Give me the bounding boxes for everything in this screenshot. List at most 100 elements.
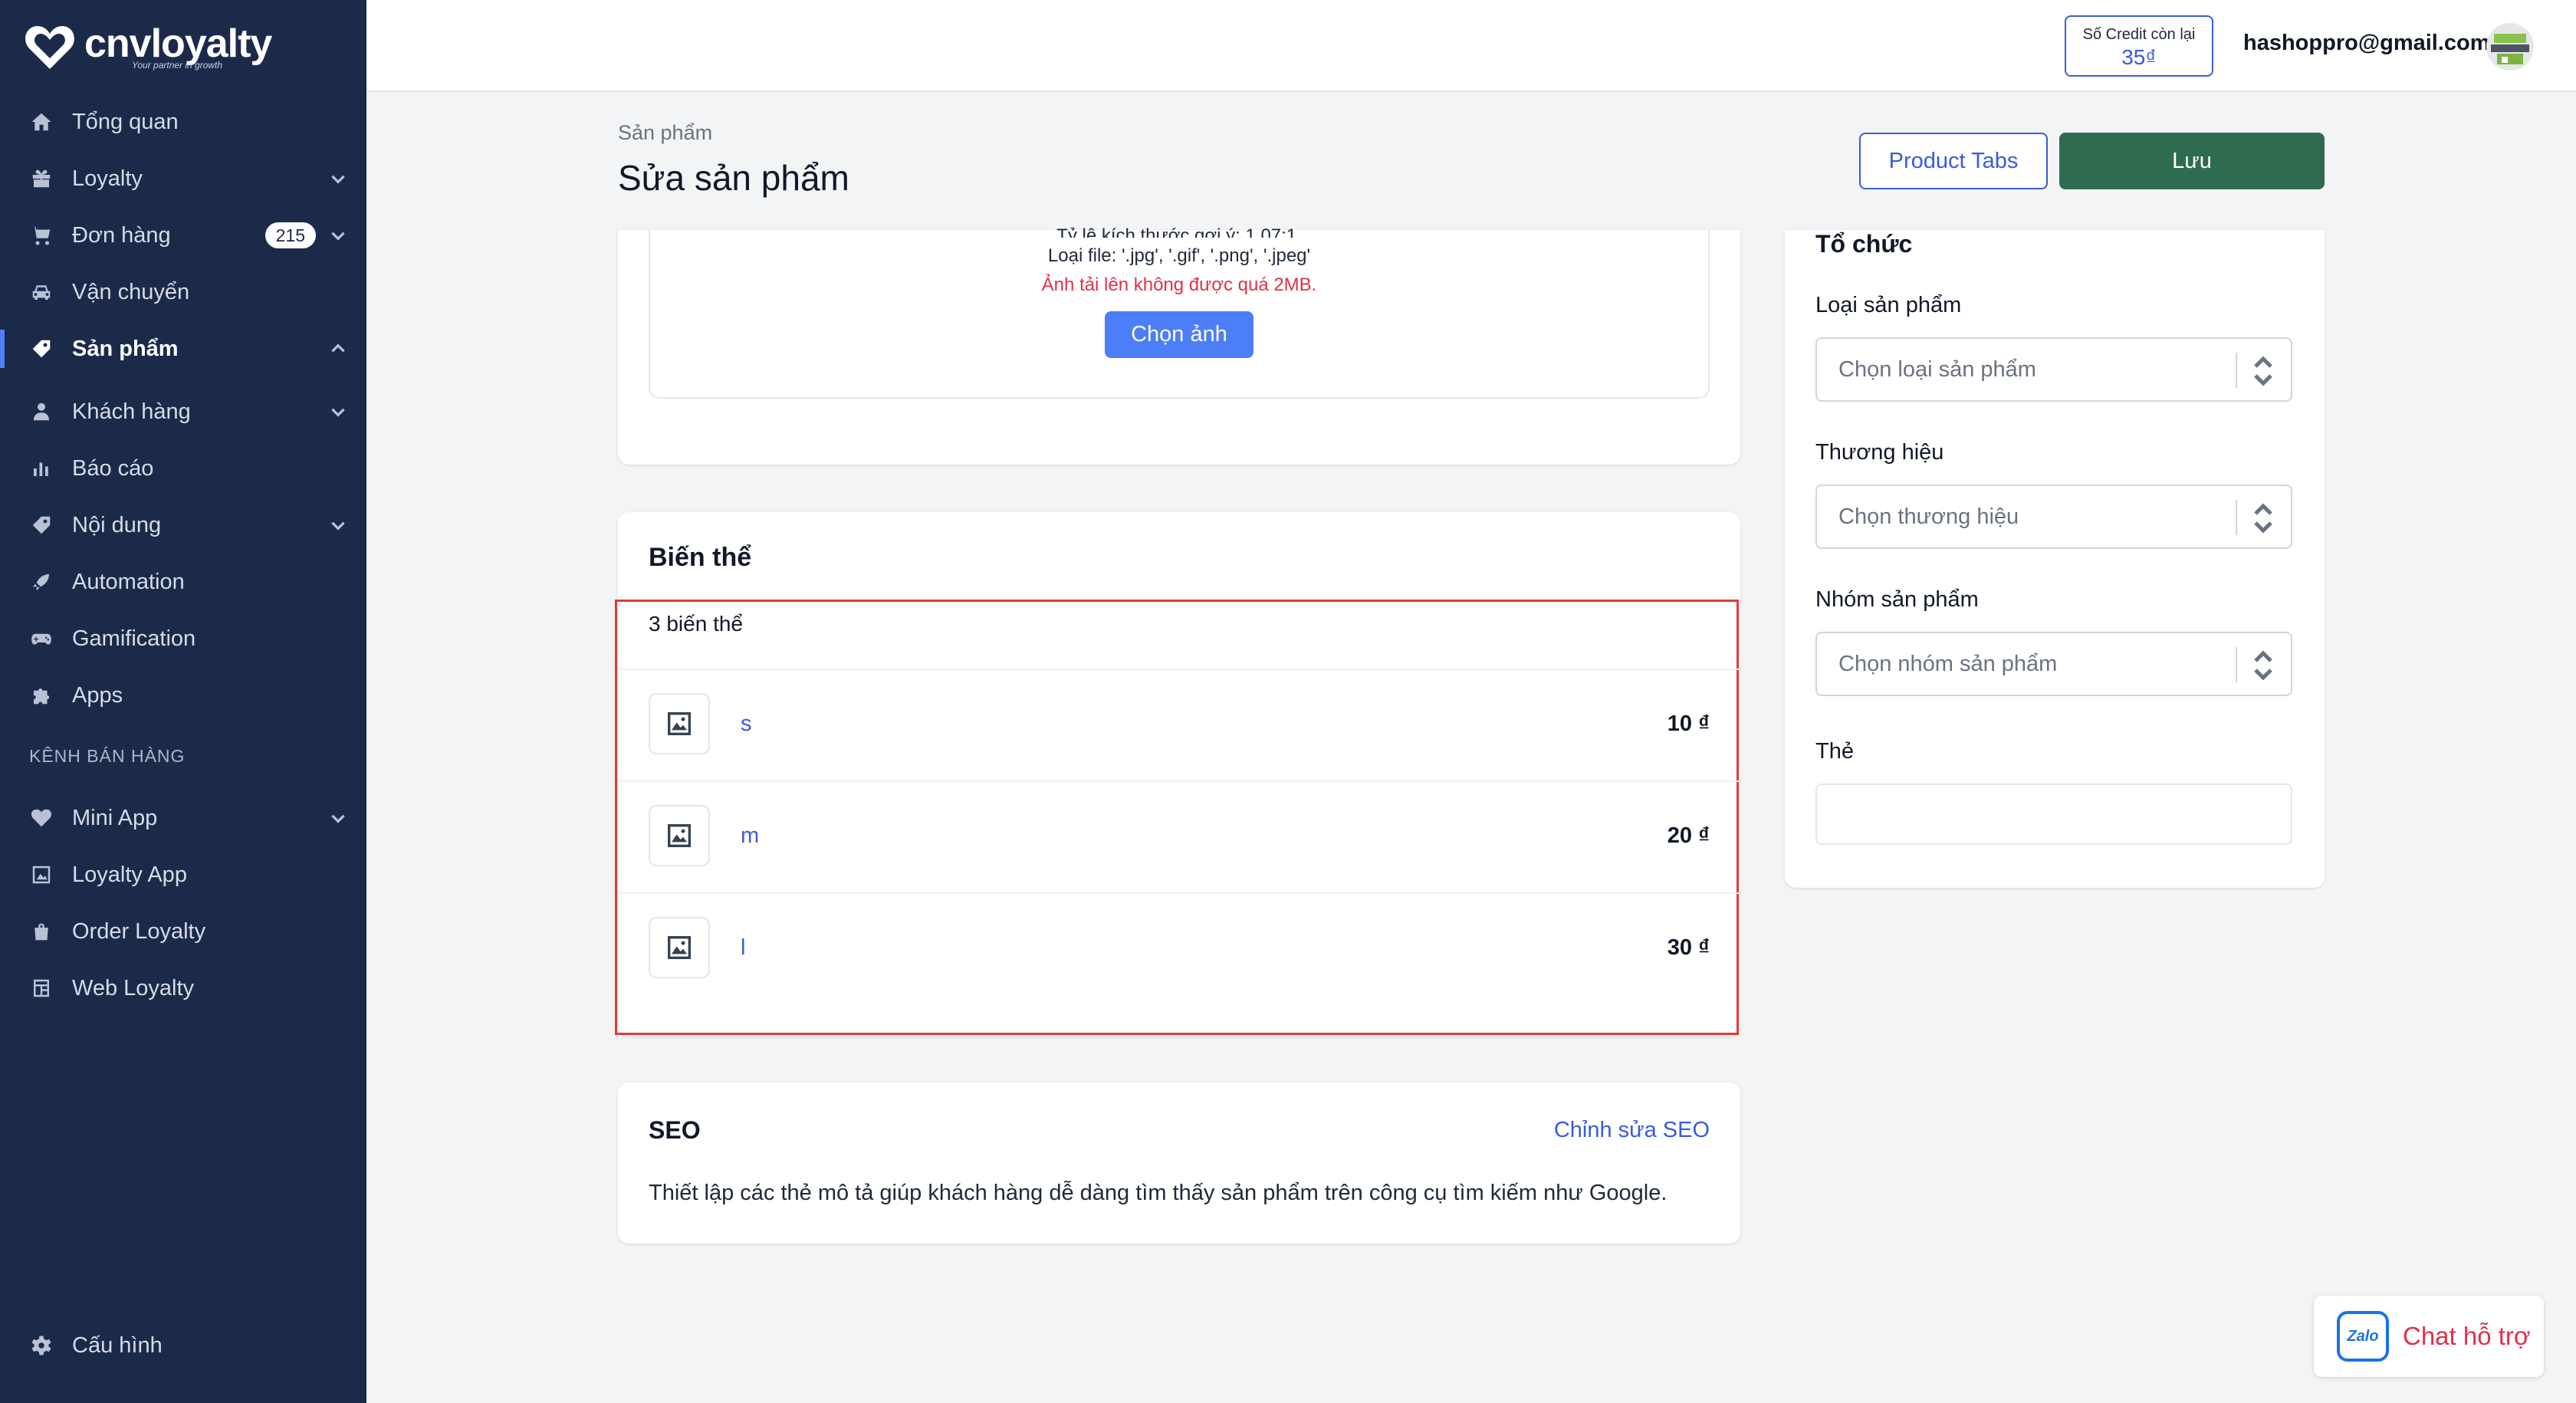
sidebar-item-van-chuyen[interactable]: Vận chuyển xyxy=(0,264,366,320)
divider xyxy=(618,892,1740,894)
sidebar-item-label: Tổng quan xyxy=(72,109,179,134)
chevron-down-icon[interactable] xyxy=(328,225,348,245)
heart-icon xyxy=(29,806,54,830)
seo-card: SEO Chỉnh sửa SEO Thiết lập các thẻ mô t… xyxy=(618,1083,1740,1244)
variant-price: 20 ₫ xyxy=(1667,823,1710,848)
upload-size-limit: Ảnh tải lên không được quá 2MB. xyxy=(1041,274,1317,295)
variant-name-link[interactable]: l xyxy=(741,935,745,961)
sidebar-item-label: Vận chuyển xyxy=(72,279,190,304)
sidebar-item-order-loyalty[interactable]: Order Loyalty xyxy=(0,903,366,960)
variant-name-link[interactable]: s xyxy=(741,711,752,737)
chevron-down-icon[interactable] xyxy=(328,169,348,189)
sidebar-item-bao-cao[interactable]: Báo cáo xyxy=(0,440,366,497)
table-row[interactable]: m 20 ₫ xyxy=(649,805,1710,869)
breadcrumb[interactable]: Sản phẩm xyxy=(618,121,712,145)
car-icon xyxy=(29,280,54,304)
page-title: Sửa sản phẩm xyxy=(618,158,849,198)
sidebar-item-label: Loyalty xyxy=(72,166,143,191)
brand-select[interactable]: Chọn thương hiệu xyxy=(1815,485,2292,549)
sidebar-item-khach-hang[interactable]: Khách hàng xyxy=(0,383,366,440)
person-icon xyxy=(29,399,54,424)
media-card: Tỷ lệ kích thước gợi ý: 1,07:1. Loại fil… xyxy=(618,225,1740,465)
sidebar-item-mini-app[interactable]: Mini App xyxy=(0,790,366,846)
sidebar-item-label: Web Loyalty xyxy=(72,975,195,1001)
variants-card: Biến thể 3 biến thể s 10 ₫ m 20 ₫ l 30 ₫ xyxy=(615,512,1740,1037)
brand-logo[interactable]: cnvloyalty Your partner in growth xyxy=(23,23,272,72)
variant-name-link[interactable]: m xyxy=(741,823,759,849)
product-type-label: Loại sản phẩm xyxy=(1815,293,1962,317)
app-icon xyxy=(29,863,54,887)
sidebar-item-settings[interactable]: Cấu hình xyxy=(0,1317,366,1374)
divider xyxy=(618,669,1740,670)
product-tabs-button[interactable]: Product Tabs xyxy=(1859,133,2048,189)
avatar[interactable] xyxy=(2486,23,2534,71)
sidebar-item-label: Automation xyxy=(72,569,185,594)
chevron-up-down-icon xyxy=(2252,649,2274,682)
sidebar-item-label: Loyalty App xyxy=(72,862,187,887)
sidebar-item-gamification[interactable]: Gamification xyxy=(0,610,366,667)
seo-title: SEO xyxy=(649,1116,701,1144)
image-placeholder-icon[interactable] xyxy=(649,917,710,978)
tags-input[interactable] xyxy=(1815,784,2292,845)
sidebar-item-web-loyalty[interactable]: Web Loyalty xyxy=(0,960,366,1017)
sidebar-item-san-pham[interactable]: Sản phẩm xyxy=(0,320,366,377)
table-row[interactable]: l 30 ₫ xyxy=(649,917,1710,981)
table-row[interactable]: s 10 ₫ xyxy=(649,693,1710,757)
sidebar-item-loyalty-app[interactable]: Loyalty App xyxy=(0,846,366,903)
sidebar-item-label: Báo cáo xyxy=(72,455,154,481)
upload-ratio-text: Tỷ lệ kích thước gợi ý: 1,07:1. xyxy=(1056,225,1302,238)
bag-icon xyxy=(29,919,54,944)
sidebar-item-apps[interactable]: Apps xyxy=(0,667,366,724)
select-placeholder: Chọn loại sản phẩm xyxy=(1838,357,2036,382)
topbar: Số Credit còn lại 35₫ hashoppro@gmail.co… xyxy=(366,0,2576,92)
select-separator xyxy=(2236,353,2237,388)
save-button[interactable]: Lưu xyxy=(2059,133,2325,189)
chevron-down-icon[interactable] xyxy=(328,402,348,422)
tag-icon xyxy=(29,337,54,361)
edit-seo-link[interactable]: Chỉnh sửa SEO xyxy=(1554,1118,1710,1143)
zalo-icon: Zalo xyxy=(2337,1311,2389,1362)
sidebar-item-label: Gamification xyxy=(72,626,196,651)
sidebar-item-don-hang[interactable]: Đơn hàng 215 xyxy=(0,207,366,264)
sidebar-item-loyalty[interactable]: Loyalty xyxy=(0,150,366,207)
rocket-icon xyxy=(29,570,54,594)
choose-image-button[interactable]: Chọn ảnh xyxy=(1105,311,1254,358)
credit-value: 35₫ xyxy=(2121,45,2157,69)
credit-balance-box[interactable]: Số Credit còn lại 35₫ xyxy=(2065,15,2213,77)
gift-icon xyxy=(29,166,54,191)
sidebar-item-label: Khách hàng xyxy=(72,399,191,424)
user-email[interactable]: hashoppro@gmail.com xyxy=(2243,31,2490,56)
image-placeholder-icon[interactable] xyxy=(649,805,710,866)
chevron-down-icon[interactable] xyxy=(328,515,348,535)
gamepad-icon xyxy=(29,626,54,651)
sidebar-item-label: Cấu hình xyxy=(72,1332,163,1358)
sidebar-item-label: Mini App xyxy=(72,805,158,830)
sidebar-item-label: Apps xyxy=(72,682,123,708)
sidebar-item-automation[interactable]: Automation xyxy=(0,554,366,610)
upload-file-types: Loại file: '.jpg', '.gif', '.png', '.jpe… xyxy=(1047,245,1311,266)
variants-count: 3 biến thể xyxy=(649,612,743,636)
tags-label: Thẻ xyxy=(1815,739,1854,764)
chevron-down-icon[interactable] xyxy=(328,808,348,828)
chart-icon xyxy=(29,456,54,481)
sidebar: cnvloyalty Your partner in growth Tổng q… xyxy=(0,0,366,1403)
organization-title: Tổ chức xyxy=(1815,230,1913,258)
product-type-select[interactable]: Chọn loại sản phẩm xyxy=(1815,337,2292,402)
sidebar-item-noi-dung[interactable]: Nội dung xyxy=(0,497,366,554)
heart-logo-icon xyxy=(25,26,74,69)
chevron-up-down-icon xyxy=(2252,354,2274,388)
chevron-up-icon[interactable] xyxy=(328,339,348,359)
sidebar-item-tong-quan[interactable]: Tổng quan xyxy=(0,94,366,150)
cart-icon xyxy=(29,223,54,248)
sidebar-item-label: Đơn hàng xyxy=(72,222,171,248)
chat-support-widget[interactable]: Zalo Chat hỗ trợ xyxy=(2314,1296,2544,1377)
home-icon xyxy=(29,110,54,134)
product-group-select[interactable]: Chọn nhóm sản phẩm xyxy=(1815,632,2292,696)
image-upload-dropzone[interactable]: Tỷ lệ kích thước gợi ý: 1,07:1. Loại fil… xyxy=(649,225,1710,399)
sidebar-item-label: Nội dung xyxy=(72,512,162,537)
image-placeholder-icon[interactable] xyxy=(649,693,710,754)
chat-support-label: Chat hỗ trợ xyxy=(2403,1322,2531,1350)
tag-icon xyxy=(29,513,54,537)
variant-price: 10 ₫ xyxy=(1667,711,1710,736)
web-icon xyxy=(29,976,54,1001)
